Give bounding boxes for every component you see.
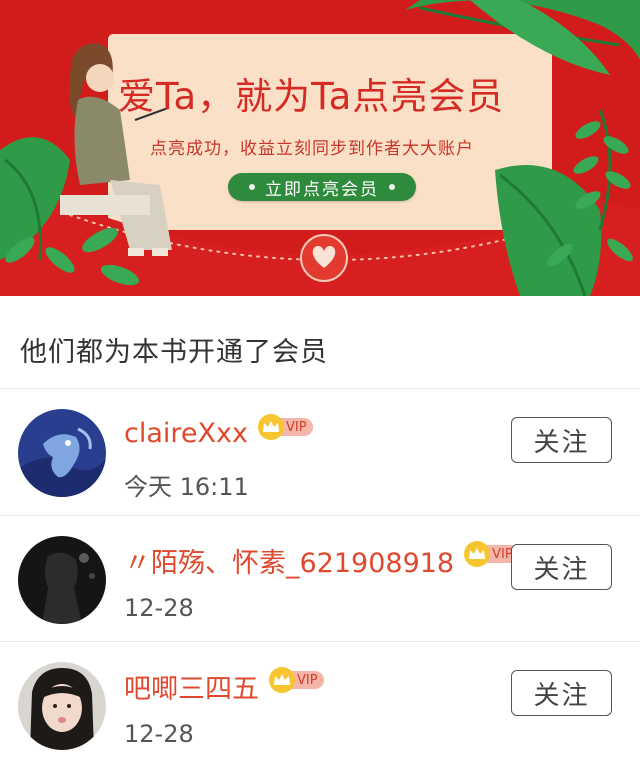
membership-banner[interactable]: 爱Ta，就为Ta点亮会员 点亮成功，收益立刻同步到作者大大账户 立即点亮会员 [0, 0, 640, 296]
vip-badge: VIP [257, 414, 313, 440]
member-time: 今天 16:11 [124, 473, 249, 501]
member-row: claireXxx VIP 今天 16:11 关注 [0, 389, 640, 515]
cta-dot-left [249, 184, 255, 190]
crown-icon [269, 667, 295, 693]
member-time: 12-28 [124, 594, 194, 622]
member-row: 吧唧三四五 VIP 12-28 关注 [0, 642, 640, 760]
avatar[interactable] [18, 662, 106, 750]
member-name[interactable]: claireXxx [124, 418, 248, 449]
follow-button[interactable]: 关注 [511, 670, 612, 716]
member-time: 12-28 [124, 720, 194, 748]
banner-headline: 爱Ta，就为Ta点亮会员 [118, 75, 505, 118]
crown-icon [464, 541, 491, 567]
member-name-line: claireXxx VIP [124, 414, 313, 451]
member-name-line: 吧唧三四五 VIP [124, 667, 324, 706]
member-name-line: 〃陌殇、怀素_621908918 VIP [124, 541, 519, 580]
member-row: 〃陌殇、怀素_621908918 VIP 12-28 关注 [0, 516, 640, 642]
activate-membership-button[interactable]: 立即点亮会员 [228, 173, 416, 201]
cta-dot-right [389, 184, 395, 190]
crown-icon [257, 414, 284, 440]
follow-button[interactable]: 关注 [511, 544, 612, 590]
member-name[interactable]: 〃陌殇、怀素_621908918 [124, 541, 454, 580]
follow-button[interactable]: 关注 [511, 417, 612, 463]
avatar[interactable] [18, 536, 106, 624]
cta-label: 立即点亮会员 [265, 179, 379, 200]
section-title: 他们都为本书开通了会员 [20, 337, 328, 368]
banner-subline: 点亮成功，收益立刻同步到作者大大账户 [150, 139, 474, 159]
member-name[interactable]: 吧唧三四五 [124, 667, 259, 706]
avatar[interactable] [18, 409, 106, 497]
vip-badge: VIP [269, 667, 324, 693]
